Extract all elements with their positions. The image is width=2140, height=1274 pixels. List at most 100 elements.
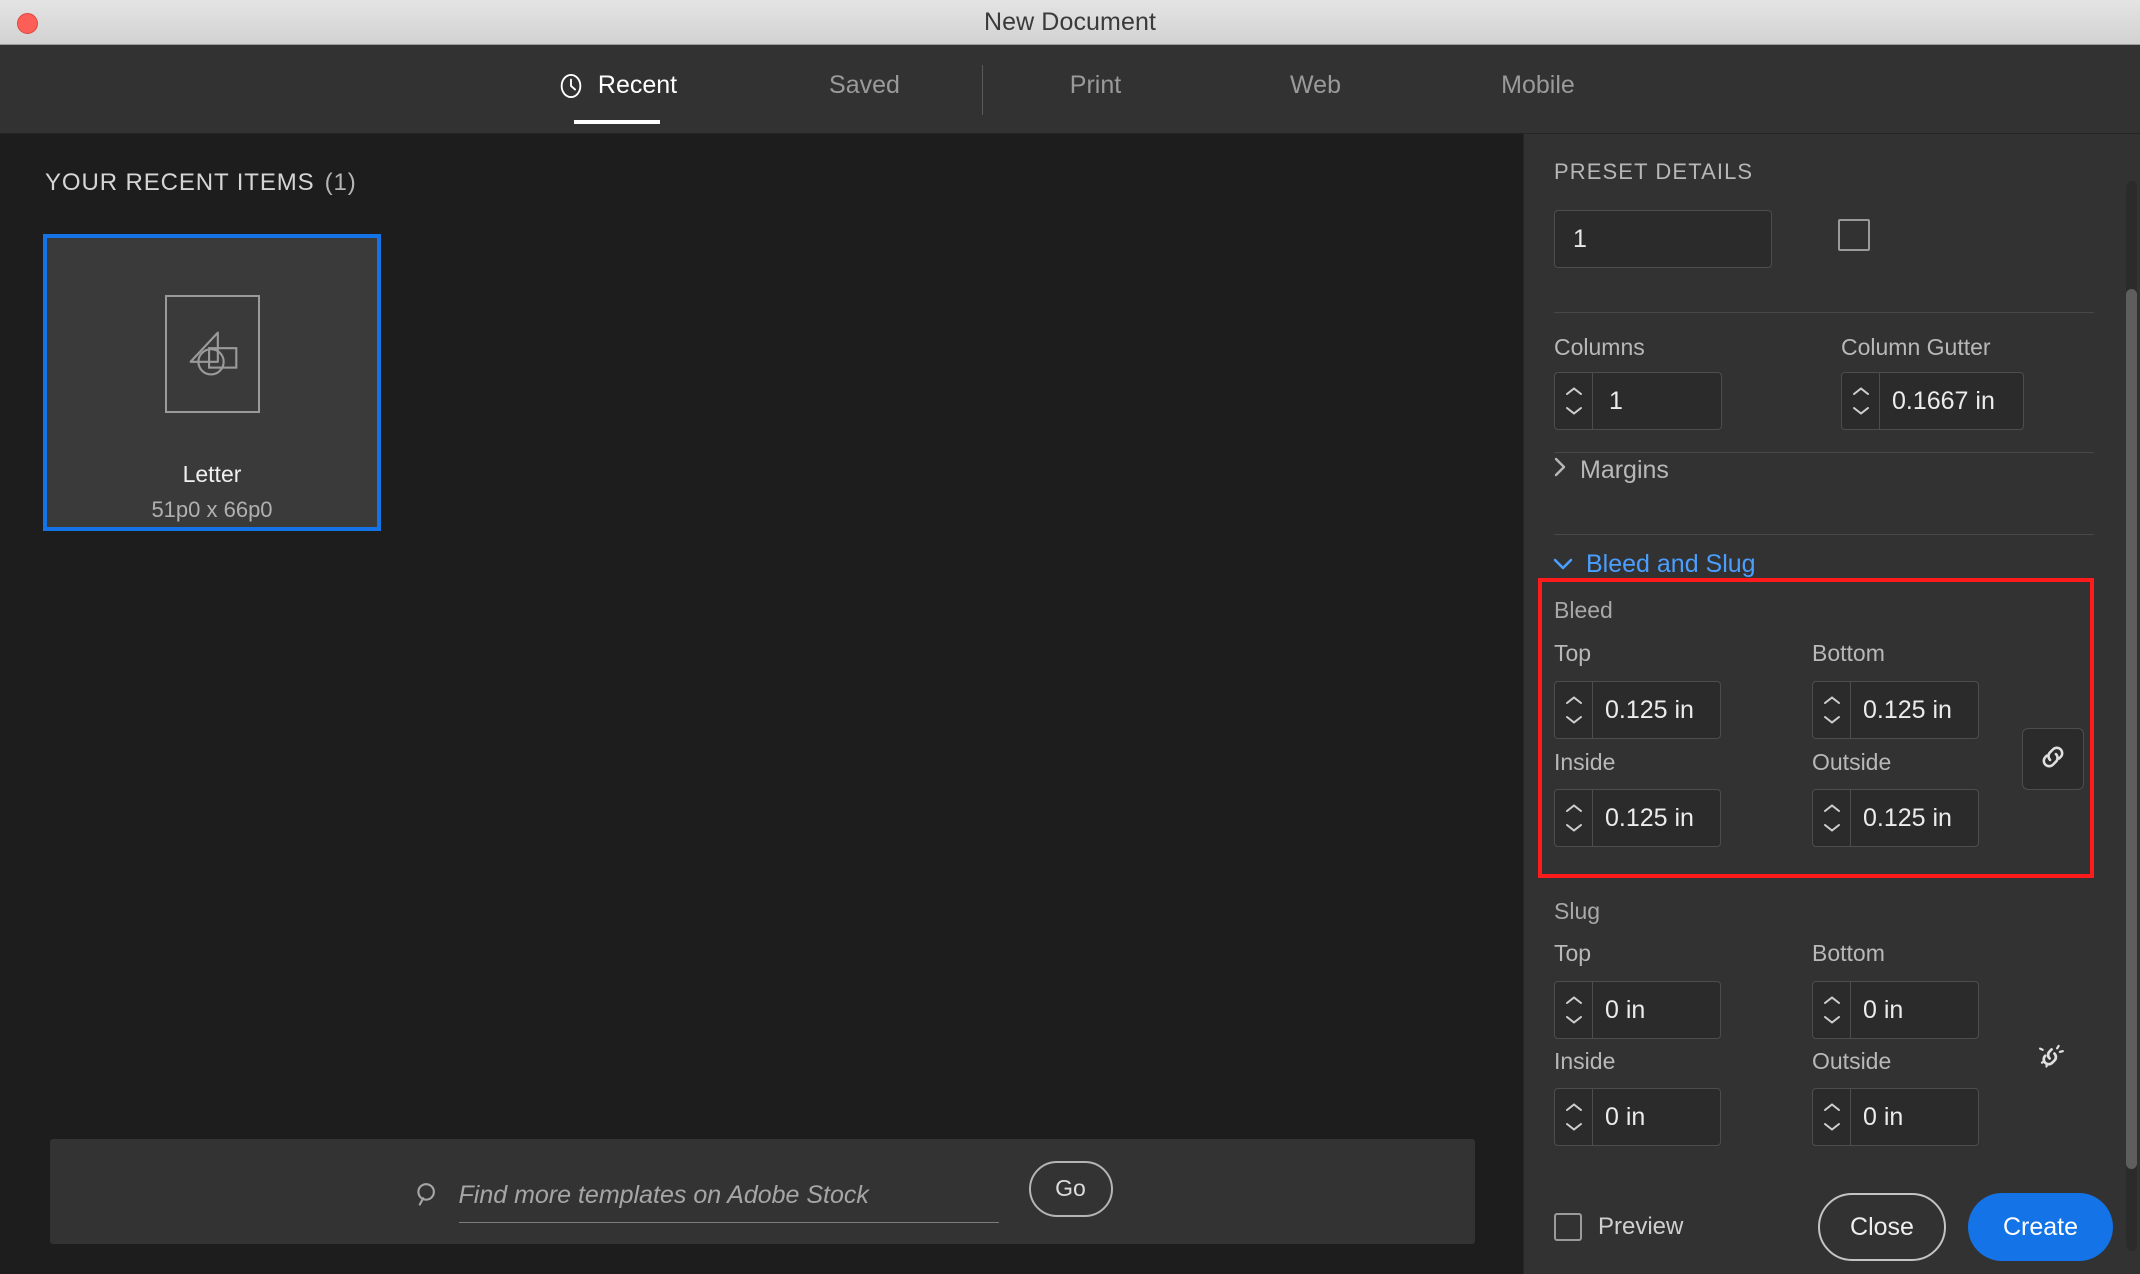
- bleed-inside-label: Inside: [1554, 749, 1616, 775]
- tab-print[interactable]: Print: [983, 45, 1208, 134]
- tab-saved[interactable]: Saved: [747, 45, 982, 134]
- slug-bottom-label: Bottom: [1812, 940, 1885, 966]
- create-button[interactable]: Create: [1968, 1193, 2113, 1261]
- chevron-down-icon[interactable]: [1565, 714, 1583, 725]
- tab-label-saved: Saved: [829, 71, 900, 99]
- tab-bar: Recent Saved Print Web Mobile: [0, 45, 2140, 134]
- search-go-button[interactable]: Go: [1028, 1160, 1113, 1217]
- slug-outside-stepper[interactable]: 0 in: [1812, 1088, 1979, 1146]
- chevron-up-icon[interactable]: [1823, 803, 1841, 814]
- preset-details-panel: PRESET DETAILS , 1 Columns 1 Column Gutt…: [1523, 134, 2140, 1274]
- tab-web[interactable]: Web: [1208, 45, 1423, 134]
- slug-group-label-visible: Slug: [1554, 898, 1601, 924]
- tab-label-recent: Recent: [597, 71, 678, 99]
- bleed-bottom-value[interactable]: 0.125 in: [1850, 681, 1979, 739]
- bleed-link-toggle-button[interactable]: [2022, 728, 2084, 790]
- chevron-down-icon[interactable]: [1823, 822, 1841, 833]
- chevron-up-icon[interactable]: [1565, 995, 1583, 1006]
- document-thumbnail-icon: [164, 295, 260, 413]
- recent-items-area: YOUR RECENT ITEMS (1) Letter 51p0 x 66p0: [0, 134, 1523, 1274]
- slug-inside-value[interactable]: 0 in: [1592, 1088, 1721, 1146]
- broken-link-icon: [2035, 1039, 2069, 1078]
- chevron-right-icon: [1552, 456, 1568, 485]
- columns-label: Columns: [1554, 334, 1645, 360]
- chevron-up-icon[interactable]: [1565, 695, 1583, 706]
- recent-item-size: 51p0 x 66p0: [151, 497, 273, 522]
- slug-link-toggle-button[interactable]: [2024, 1030, 2080, 1086]
- recent-item-title: Letter: [182, 461, 242, 487]
- slug-bottom-value[interactable]: 0 in: [1850, 981, 1979, 1039]
- bleed-group-label: Bleed: [1554, 597, 1613, 623]
- bleed-inside-stepper-arrows[interactable]: [1554, 789, 1592, 847]
- columns-stepper[interactable]: 1: [1554, 372, 1722, 430]
- pages-value: 1: [1573, 224, 1587, 253]
- pages-input[interactable]: 1: [1554, 210, 1772, 268]
- adobe-stock-search-bar: Go: [50, 1139, 1475, 1244]
- slug-inside-stepper-arrows[interactable]: [1554, 1088, 1592, 1146]
- slug-top-value[interactable]: 0 in: [1592, 981, 1721, 1039]
- bleed-bottom-stepper-arrows[interactable]: [1812, 681, 1850, 739]
- tab-label-web: Web: [1290, 71, 1341, 99]
- bleed-top-stepper-arrows[interactable]: [1554, 681, 1592, 739]
- window-titlebar: New Document: [0, 0, 2140, 45]
- preset-details-title: PRESET DETAILS: [1554, 159, 1754, 184]
- chevron-down-icon[interactable]: [1823, 1121, 1841, 1132]
- columns-stepper-arrows[interactable]: [1554, 372, 1592, 430]
- chevron-down-icon[interactable]: [1565, 1014, 1583, 1025]
- slug-top-stepper[interactable]: 0 in: [1554, 981, 1721, 1039]
- search-input[interactable]: [458, 1180, 999, 1210]
- chevron-down-icon[interactable]: [1565, 405, 1583, 416]
- bleed-inside-stepper[interactable]: 0.125 in: [1554, 789, 1721, 847]
- chevron-down-icon[interactable]: [1565, 1121, 1583, 1132]
- columns-value[interactable]: 1: [1592, 372, 1722, 430]
- slug-outside-value[interactable]: 0 in: [1850, 1088, 1979, 1146]
- chevron-down-icon[interactable]: [1823, 714, 1841, 725]
- search-field-wrapper: [458, 1180, 999, 1223]
- margins-disclosure[interactable]: Margins: [1552, 440, 1669, 500]
- search-icon: [413, 1180, 443, 1223]
- bleed-and-slug-disclosure[interactable]: Bleed and Slug: [1552, 534, 1756, 594]
- slug-bottom-stepper[interactable]: 0 in: [1812, 981, 1979, 1039]
- slug-top-stepper-arrows[interactable]: [1554, 981, 1592, 1039]
- tab-label-print: Print: [1069, 71, 1122, 99]
- column-gutter-stepper-arrows[interactable]: [1841, 372, 1879, 430]
- bleed-outside-stepper[interactable]: 0.125 in: [1812, 789, 1979, 847]
- link-icon: [2037, 741, 2069, 778]
- bleed-top-label: Top: [1554, 640, 1592, 666]
- column-gutter-stepper[interactable]: 0.1667 in: [1841, 372, 2024, 430]
- chevron-up-icon[interactable]: [1565, 1102, 1583, 1113]
- bleed-top-stepper[interactable]: 0.125 in: [1554, 681, 1721, 739]
- chevron-up-icon[interactable]: [1823, 695, 1841, 706]
- recent-item-card[interactable]: Letter 51p0 x 66p0: [43, 234, 381, 531]
- chevron-up-icon[interactable]: [1852, 386, 1870, 397]
- panel-scrollbar-thumb[interactable]: [2126, 289, 2137, 1169]
- bleed-inside-value[interactable]: 0.125 in: [1592, 789, 1721, 847]
- recent-items-header-label: YOUR RECENT ITEMS: [45, 169, 315, 196]
- tab-mobile[interactable]: Mobile: [1423, 45, 1653, 134]
- bleed-outside-value[interactable]: 0.125 in: [1850, 789, 1979, 847]
- bleed-outside-stepper-arrows[interactable]: [1812, 789, 1850, 847]
- margins-label: Margins: [1580, 455, 1669, 484]
- tab-recent[interactable]: Recent: [487, 45, 747, 134]
- recent-items-count: (1): [324, 169, 357, 196]
- slug-inside-label: Inside: [1554, 1048, 1616, 1074]
- slug-inside-stepper[interactable]: 0 in: [1554, 1088, 1721, 1146]
- close-button[interactable]: Close: [1818, 1193, 1946, 1261]
- facing-pages-checkbox[interactable]: [1838, 219, 1870, 251]
- bleed-top-value[interactable]: 0.125 in: [1592, 681, 1721, 739]
- chevron-up-icon[interactable]: [1565, 386, 1583, 397]
- chevron-down-icon[interactable]: [1565, 822, 1583, 833]
- slug-bottom-stepper-arrows[interactable]: [1812, 981, 1850, 1039]
- slug-outside-stepper-arrows[interactable]: [1812, 1088, 1850, 1146]
- column-gutter-value[interactable]: 0.1667 in: [1879, 372, 2024, 430]
- preview-checkbox[interactable]: [1554, 1213, 1582, 1241]
- chevron-up-icon[interactable]: [1823, 995, 1841, 1006]
- chevron-down-icon[interactable]: [1852, 405, 1870, 416]
- close-window-button[interactable]: [17, 13, 38, 34]
- chevron-down-icon[interactable]: [1823, 1014, 1841, 1025]
- bleed-bottom-stepper[interactable]: 0.125 in: [1812, 681, 1979, 739]
- chevron-up-icon[interactable]: [1823, 1102, 1841, 1113]
- clock-icon: [557, 72, 585, 100]
- chevron-up-icon[interactable]: [1565, 803, 1583, 814]
- panel-scrollbar-track[interactable]: [2126, 181, 2137, 1251]
